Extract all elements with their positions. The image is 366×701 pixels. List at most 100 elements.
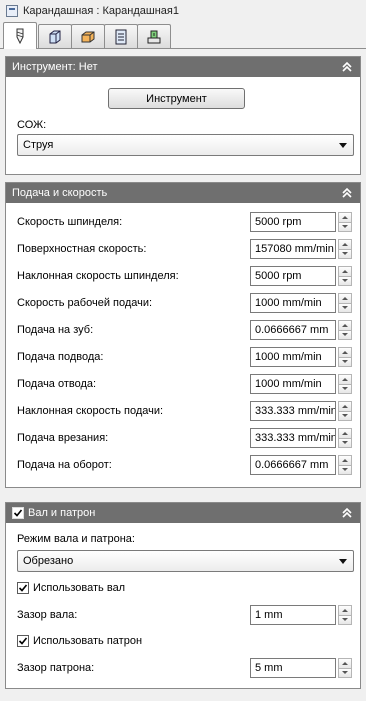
spin-up-icon[interactable] (338, 374, 352, 385)
checkmark-icon (13, 509, 23, 517)
shaft-clearance-field[interactable]: 1 mm (250, 605, 336, 625)
shaft-clearance-row: Зазор вала: 1 mm (17, 604, 352, 626)
feed-value-field[interactable]: 1000 mm/min (250, 374, 336, 394)
feed-spinner: 1000 mm/min (250, 373, 352, 395)
spin-down-icon[interactable] (338, 357, 352, 367)
feed-row: Подача на зуб: 0.0666667 mm (17, 319, 352, 341)
spin-up-icon[interactable] (338, 212, 352, 223)
feed-spinner: 1000 mm/min (250, 292, 352, 314)
tool-button[interactable]: Инструмент (108, 88, 245, 109)
spin-up-icon[interactable] (338, 428, 352, 439)
shaft-mode-value: Обрезано (23, 555, 74, 567)
spin-down-icon[interactable] (338, 249, 352, 259)
feed-row: Подача врезания: 333.333 mm/min (17, 427, 352, 449)
feed-spinner: 333.333 mm/min (250, 400, 352, 422)
spin-up-icon[interactable] (338, 658, 352, 669)
feed-row: Скорость рабочей подачи: 1000 mm/min (17, 292, 352, 314)
feed-value-field[interactable]: 333.333 mm/min (250, 428, 336, 448)
window-icon (6, 5, 18, 17)
shaft-holder-group-header[interactable]: Вал и патрон (6, 503, 360, 523)
coolant-label: СОЖ: (17, 119, 47, 131)
spin-down-icon[interactable] (338, 438, 352, 448)
spin-down-icon[interactable] (338, 668, 352, 678)
feed-row: Подача подвода: 1000 mm/min (17, 346, 352, 368)
spin-down-icon[interactable] (338, 222, 352, 232)
holder-tab-icon (49, 30, 61, 43)
feed-row: Поверхностная скорость: 157080 mm/min (17, 238, 352, 260)
feed-spinner: 5000 rpm (250, 265, 352, 287)
use-holder-row[interactable]: Использовать патрон (17, 635, 142, 647)
window-titlebar: Карандашная : Карандашная1 (0, 0, 366, 22)
use-shaft-label: Использовать вал (33, 582, 126, 594)
feed-spinner: 5000 rpm (250, 211, 352, 233)
use-shaft-checkbox[interactable] (17, 582, 29, 594)
shaft-mode-label: Режим вала и патрона: (17, 533, 135, 545)
spin-up-icon[interactable] (338, 293, 352, 304)
chevron-down-icon (339, 559, 347, 564)
feeds-group-header[interactable]: Подача и скорость (6, 183, 360, 203)
spin-up-icon[interactable] (338, 605, 352, 616)
tab-shape[interactable] (71, 24, 105, 48)
shaft-mode-select[interactable]: Обрезано (17, 550, 354, 572)
feed-row: Подача на оборот: 0.0666667 mm (17, 454, 352, 476)
checkmark-icon (18, 584, 28, 592)
spin-up-icon[interactable] (338, 266, 352, 277)
use-holder-checkbox[interactable] (17, 635, 29, 647)
spin-down-icon[interactable] (338, 330, 352, 340)
feed-spinner: 0.0666667 mm (250, 454, 352, 476)
collapse-icon[interactable] (340, 60, 354, 74)
shaft-holder-group: Вал и патрон Режим вала и патрона: Обрез… (5, 502, 361, 689)
feed-spinner: 0.0666667 mm (250, 319, 352, 341)
spin-up-icon[interactable] (338, 455, 352, 466)
feed-row: Скорость шпинделя: 5000 rpm (17, 211, 352, 233)
use-holder-label: Использовать патрон (33, 635, 143, 647)
spin-up-icon[interactable] (338, 239, 352, 250)
feed-value-field[interactable]: 0.0666667 mm (250, 320, 336, 340)
spin-up-icon[interactable] (338, 347, 352, 358)
tab-setup[interactable] (137, 24, 171, 48)
tool-group-title: Инструмент: Нет (12, 61, 98, 73)
spin-down-icon[interactable] (338, 276, 352, 286)
checkmark-icon (18, 637, 28, 645)
collapse-icon[interactable] (340, 506, 354, 520)
coolant-select[interactable]: Струя (17, 134, 354, 156)
spin-down-icon[interactable] (338, 411, 352, 421)
feed-value-field[interactable]: 5000 rpm (250, 212, 336, 232)
tab-list[interactable] (104, 24, 138, 48)
setup-tab-icon (147, 30, 161, 43)
tool-group-header[interactable]: Инструмент: Нет (6, 57, 360, 77)
chevron-down-icon (339, 143, 347, 148)
spin-down-icon[interactable] (338, 303, 352, 313)
feed-value-field[interactable]: 157080 mm/min (250, 239, 336, 259)
feed-spinner: 333.333 mm/min (250, 427, 352, 449)
feed-value-field[interactable]: 5000 rpm (250, 266, 336, 286)
feed-value-field[interactable]: 1000 mm/min (250, 293, 336, 313)
shaft-clearance-spinner: 1 mm (250, 604, 352, 626)
spin-up-icon[interactable] (338, 320, 352, 331)
holder-clearance-field[interactable]: 5 mm (250, 658, 336, 678)
spin-down-icon[interactable] (338, 384, 352, 394)
shaft-holder-enable-checkbox[interactable] (12, 507, 24, 519)
spin-down-icon[interactable] (338, 615, 352, 625)
feed-value-field[interactable]: 333.333 mm/min (250, 401, 336, 421)
use-shaft-row[interactable]: Использовать вал (17, 582, 125, 594)
feed-spinner: 1000 mm/min (250, 346, 352, 368)
spin-down-icon[interactable] (338, 465, 352, 475)
feed-row: Наклонная скорость шпинделя: 5000 rpm (17, 265, 352, 287)
tool-tab-icon (16, 28, 24, 45)
feeds-group-title: Подача и скорость (12, 187, 108, 199)
tab-strip (0, 22, 366, 49)
list-tab-icon (115, 29, 127, 44)
coolant-value: Струя (23, 139, 54, 151)
tab-holder[interactable] (38, 24, 72, 48)
feed-row: Подача отвода: 1000 mm/min (17, 373, 352, 395)
feed-row: Наклонная скорость подачи: 333.333 mm/mi… (17, 400, 352, 422)
shaft-holder-group-title: Вал и патрон (28, 507, 96, 519)
feed-spinner: 157080 mm/min (250, 238, 352, 260)
tab-tool[interactable] (3, 22, 37, 49)
feeds-group: Подача и скорость Скорость шпинделя: 500… (5, 182, 361, 488)
feed-value-field[interactable]: 1000 mm/min (250, 347, 336, 367)
feed-value-field[interactable]: 0.0666667 mm (250, 455, 336, 475)
collapse-icon[interactable] (340, 186, 354, 200)
spin-up-icon[interactable] (338, 401, 352, 412)
